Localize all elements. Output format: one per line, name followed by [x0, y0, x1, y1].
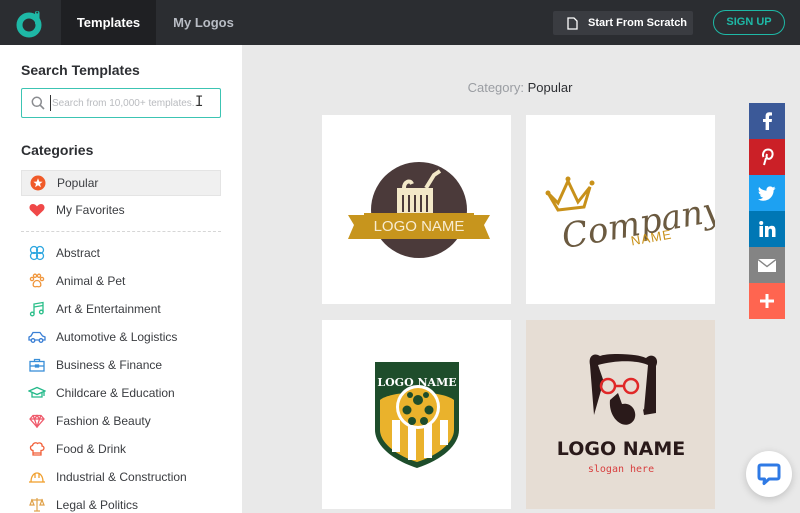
category-label: Animal & Pet: [56, 274, 126, 288]
category-label: Food & Drink: [56, 442, 127, 456]
share-facebook-button[interactable]: [749, 103, 785, 139]
grocery-basket-logo-image: LOGO NAME: [348, 162, 490, 258]
category-label: Business & Finance: [56, 358, 163, 372]
sidebar: Search Templates I Categories Popular My…: [0, 45, 242, 513]
crown-company-logo-image: Company NAME: [545, 176, 715, 257]
start-from-scratch-button[interactable]: Start From Scratch: [553, 11, 693, 35]
car-icon: [27, 327, 47, 347]
star-circle-icon: [28, 173, 48, 193]
designevo-logo-icon[interactable]: [14, 7, 46, 39]
category-industrial-construction[interactable]: Industrial & Construction: [21, 464, 221, 490]
category-label: Fashion & Beauty: [56, 414, 151, 428]
briefcase-icon: [27, 355, 47, 375]
music-note-icon: [27, 299, 47, 319]
top-navigation-bar: Templates My Logos Start From Scratch SI…: [0, 0, 800, 45]
category-key: Category:: [467, 80, 524, 95]
template-card-bear-glasses[interactable]: LOGO NAME slogan here: [526, 320, 715, 509]
email-icon: [758, 258, 776, 272]
category-label: Legal & Politics: [56, 498, 139, 512]
search-icon: [31, 96, 45, 110]
heart-icon: [27, 200, 47, 220]
share-email-button[interactable]: [749, 247, 785, 283]
search-templates-heading: Search Templates: [21, 62, 140, 78]
category-business-finance[interactable]: Business & Finance: [21, 352, 221, 378]
plus-icon: [760, 294, 774, 308]
category-label: Popular: [57, 176, 99, 190]
categories-heading: Categories: [21, 142, 94, 158]
logo-text: LOGO NAME: [374, 218, 465, 235]
share-pinterest-button[interactable]: [749, 139, 785, 175]
logo-subtext: slogan here: [588, 464, 654, 475]
scales-icon: [27, 495, 47, 513]
template-card-soccer-shield[interactable]: LOGO NAME: [322, 320, 511, 509]
logo-text: LOGO NAME: [557, 438, 685, 460]
sign-up-button[interactable]: SIGN UP: [713, 10, 785, 35]
document-icon: [567, 16, 578, 30]
hard-hat-icon: [27, 467, 47, 487]
category-animal-pet[interactable]: Animal & Pet: [21, 268, 221, 294]
search-input[interactable]: [50, 95, 215, 111]
category-label: Industrial & Construction: [56, 470, 187, 484]
linkedin-icon: [758, 221, 775, 237]
graduation-cap-icon: [27, 383, 47, 403]
category-automotive-logistics[interactable]: Automotive & Logistics: [21, 324, 221, 350]
category-label: Automotive & Logistics: [56, 330, 178, 344]
share-twitter-button[interactable]: [749, 175, 785, 211]
tab-my-logos[interactable]: My Logos: [156, 0, 251, 45]
category-popular[interactable]: Popular: [21, 170, 221, 196]
pinterest-icon: [762, 148, 774, 166]
live-chat-button[interactable]: [746, 451, 792, 497]
abstract-icon: [27, 243, 47, 263]
diamond-icon: [27, 411, 47, 431]
category-fashion-beauty[interactable]: Fashion & Beauty: [21, 408, 221, 434]
category-heading: Category: Popular: [242, 80, 798, 95]
category-legal-politics[interactable]: Legal & Politics: [21, 492, 221, 513]
category-abstract[interactable]: Abstract: [21, 240, 221, 266]
category-value: Popular: [527, 80, 573, 95]
category-food-drink[interactable]: Food & Drink: [21, 436, 221, 462]
category-label: Abstract: [56, 246, 101, 260]
template-card-crown-company[interactable]: Company NAME: [526, 115, 715, 304]
start-from-scratch-label: Start From Scratch: [588, 17, 688, 29]
share-more-button[interactable]: [749, 283, 785, 319]
share-linkedin-button[interactable]: [749, 211, 785, 247]
soccer-shield-logo-image: LOGO NAME: [375, 362, 459, 468]
template-card-grocery-basket[interactable]: LOGO NAME: [322, 115, 511, 304]
logo-text: LOGO NAME: [377, 376, 456, 389]
category-label: My Favorites: [56, 203, 125, 217]
paw-icon: [27, 271, 47, 291]
twitter-icon: [758, 185, 776, 201]
category-label: Childcare & Education: [56, 386, 175, 400]
category-my-favorites[interactable]: My Favorites: [21, 197, 221, 223]
category-label: Art & Entertainment: [56, 302, 161, 316]
category-divider: [21, 231, 221, 232]
facebook-icon: [763, 112, 772, 130]
text-cursor-icon: I: [195, 94, 204, 110]
search-field[interactable]: I: [21, 88, 221, 118]
category-art-entertainment[interactable]: Art & Entertainment: [21, 296, 221, 322]
category-childcare-education[interactable]: Childcare & Education: [21, 380, 221, 406]
chef-hat-icon: [27, 439, 47, 459]
chat-bubble-icon: [757, 463, 781, 485]
tab-templates[interactable]: Templates: [61, 0, 156, 45]
bear-glasses-logo-image: LOGO NAME slogan here: [557, 353, 685, 475]
